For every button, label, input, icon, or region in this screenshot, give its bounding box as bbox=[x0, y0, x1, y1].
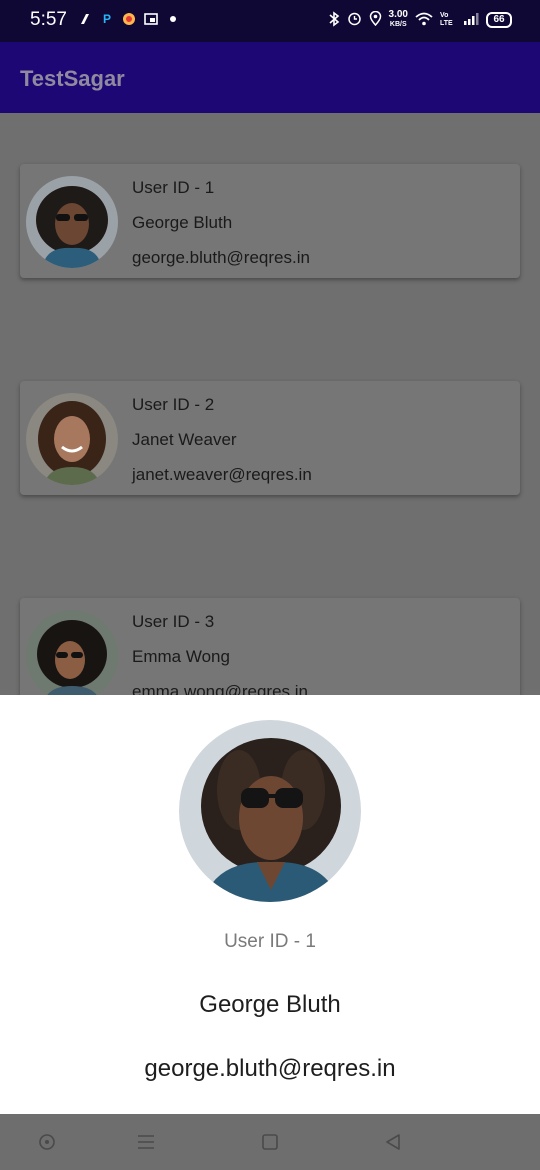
user-card[interactable]: User ID - 1 George Bluth george.bluth@re… bbox=[20, 164, 520, 278]
wifi-icon bbox=[415, 12, 433, 29]
app-notification-icon bbox=[122, 12, 136, 26]
user-detail-sheet[interactable]: User ID - 1 George Bluth george.bluth@re… bbox=[0, 695, 540, 1114]
home-icon[interactable] bbox=[256, 1128, 284, 1156]
paytm-icon: P bbox=[102, 12, 111, 26]
more-notifications-icon bbox=[170, 16, 176, 22]
back-icon[interactable] bbox=[379, 1128, 407, 1156]
location-icon bbox=[369, 10, 382, 29]
speed-unit: KB/S bbox=[389, 21, 407, 28]
volte-label: Vo LTE bbox=[440, 12, 453, 27]
signal-icon bbox=[463, 12, 479, 29]
alarm-icon bbox=[347, 11, 362, 29]
user-id-label: User ID - 2 bbox=[132, 395, 215, 414]
detail-user-id: User ID - 1 bbox=[224, 931, 316, 952]
user-id-label: User ID - 1 bbox=[132, 178, 215, 197]
user-avatar bbox=[26, 393, 118, 485]
system-nav-bar bbox=[0, 1114, 540, 1170]
detail-avatar bbox=[179, 720, 361, 902]
speed-value: 3.00 bbox=[388, 9, 408, 20]
user-email: janet.weaver@reqres.in bbox=[132, 465, 312, 484]
detail-user-email: george.bluth@reqres.in bbox=[144, 1055, 396, 1082]
app-bar: TestSagar bbox=[0, 42, 540, 113]
bluetooth-icon bbox=[328, 10, 340, 30]
screen-notification-icon bbox=[144, 12, 158, 26]
battery-icon: 66 bbox=[486, 12, 512, 28]
user-email: emma.wong@reqres.in bbox=[132, 682, 308, 695]
user-avatar bbox=[26, 610, 118, 695]
user-avatar bbox=[26, 176, 118, 268]
menu-icon[interactable] bbox=[132, 1128, 160, 1156]
recents-icon[interactable] bbox=[33, 1128, 61, 1156]
network-speed: 3.00 KB/S bbox=[389, 10, 408, 30]
app-notification-icon bbox=[78, 12, 92, 26]
user-name: Emma Wong bbox=[132, 647, 230, 666]
status-indicators: 3.00 KB/S Vo LTE 66 bbox=[328, 10, 512, 30]
user-email: george.bluth@reqres.in bbox=[132, 248, 310, 267]
user-card[interactable]: User ID - 3 Emma Wong emma.wong@reqres.i… bbox=[20, 598, 520, 695]
user-name: George Bluth bbox=[132, 213, 233, 232]
notification-icons: P bbox=[78, 12, 176, 26]
user-card[interactable]: User ID - 2 Janet Weaver janet.weaver@re… bbox=[20, 381, 520, 495]
app-title: TestSagar bbox=[20, 66, 125, 91]
detail-user-name: George Bluth bbox=[199, 991, 341, 1018]
user-name: Janet Weaver bbox=[132, 430, 237, 449]
user-id-label: User ID - 3 bbox=[132, 612, 215, 631]
status-bar: 5:57 P 3.00 KB/S Vo LTE 66 bbox=[0, 0, 540, 42]
status-time: 5:57 bbox=[30, 9, 67, 30]
user-list: User ID - 1 George Bluth george.bluth@re… bbox=[0, 113, 540, 695]
